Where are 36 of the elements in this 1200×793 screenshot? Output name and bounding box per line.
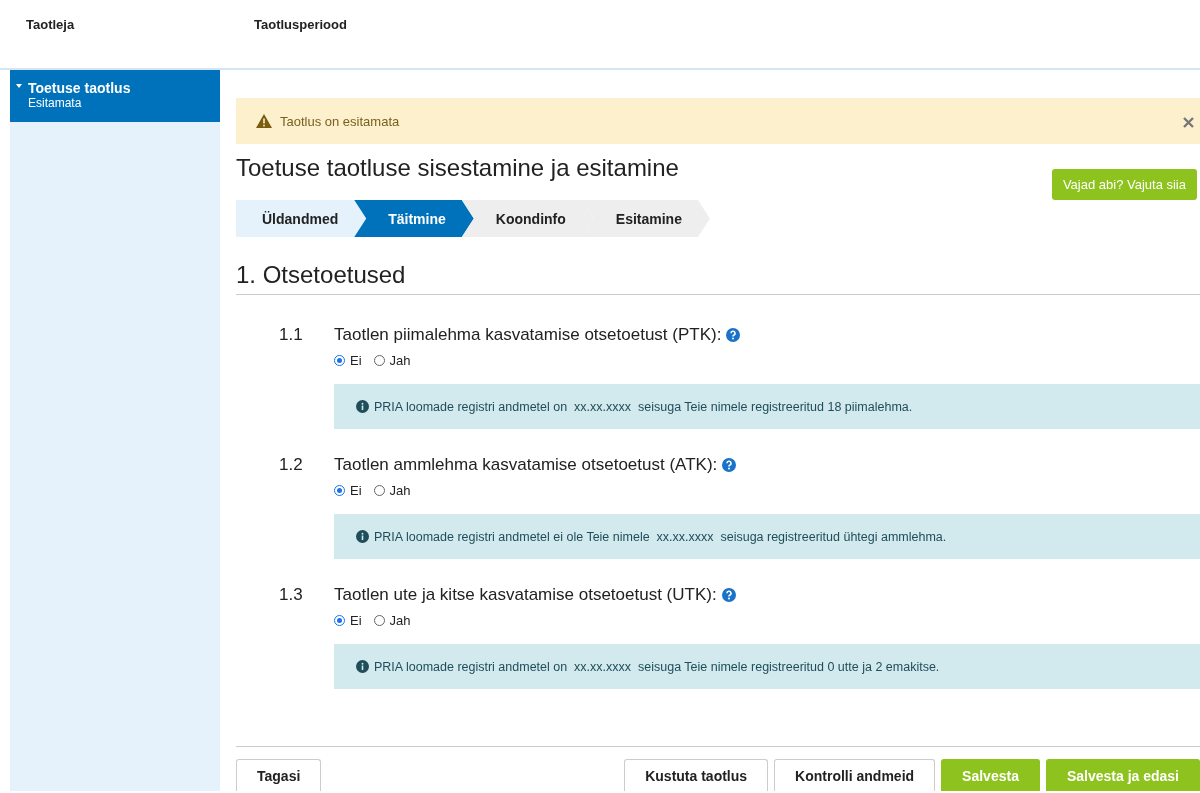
step-tab[interactable]: Esitamine bbox=[581, 200, 710, 237]
radio-label: Ei bbox=[350, 483, 362, 498]
radio-label: Jah bbox=[389, 483, 411, 498]
step-tab[interactable]: Täitmine bbox=[354, 200, 474, 237]
info-icon bbox=[356, 660, 369, 673]
caret-icon bbox=[16, 84, 22, 88]
alert-text: Taotlus on esitamata bbox=[280, 113, 400, 129]
question-text: Taotlen ammlehma kasvatamise otsetoetust (ATK): bbox=[334, 455, 718, 475]
period-label: Taotlusperiood bbox=[254, 17, 348, 32]
info-text: PRIA loomade registri andmetel on xx.xx.xxxx seisuga Teie nimele registreeritud 18 piimalehma. bbox=[374, 399, 913, 414]
info-icon bbox=[356, 530, 369, 543]
section-heading: 1. Otsetoetused bbox=[236, 261, 1200, 295]
question-text: Taotlen piimalehma kasvatamise otsetoetust (PTK): bbox=[334, 325, 722, 345]
step-tab[interactable]: Üldandmed bbox=[236, 200, 367, 237]
radio-label: Ei bbox=[350, 353, 362, 368]
applicant-label: Taotleja bbox=[25, 17, 76, 32]
action-button[interactable]: Kustuta taotlus bbox=[624, 759, 769, 791]
warning-icon bbox=[256, 114, 272, 128]
info-text: PRIA loomade registri andmetel on xx.xx.xxxx seisuga Teie nimele registreeritud 0 utte ja 2 emakitse. bbox=[374, 659, 940, 674]
help-icon[interactable] bbox=[721, 588, 736, 602]
help-icon[interactable] bbox=[722, 458, 737, 472]
radio-label: Jah bbox=[389, 613, 411, 628]
radio-label: Ei bbox=[350, 613, 362, 628]
question-text: Taotlen ute ja kitse kasvatamise otsetoetust (UTK): bbox=[334, 585, 717, 605]
step-tab[interactable]: Koondinfo bbox=[461, 200, 594, 237]
page-title: Toetuse taotluse sisestamine ja esitamine bbox=[236, 154, 679, 182]
question-number: 1.3 bbox=[279, 585, 304, 605]
info-icon bbox=[356, 400, 369, 413]
help-icon[interactable] bbox=[726, 328, 741, 342]
question-number: 1.2 bbox=[279, 455, 304, 475]
radio-label: Jah bbox=[389, 353, 411, 368]
info-text: PRIA loomade registri andmetel ei ole Teie nimele xx.xx.xxxx seisuga registreeritud ühtegi ammlehma. bbox=[374, 529, 947, 544]
action-button[interactable]: Kontrolli andmeid bbox=[774, 759, 936, 791]
back-button[interactable]: Tagasi bbox=[236, 759, 322, 791]
question-number: 1.1 bbox=[279, 325, 304, 345]
sidebar-item[interactable]: Toetuse taotlus Esitamata bbox=[10, 70, 220, 122]
